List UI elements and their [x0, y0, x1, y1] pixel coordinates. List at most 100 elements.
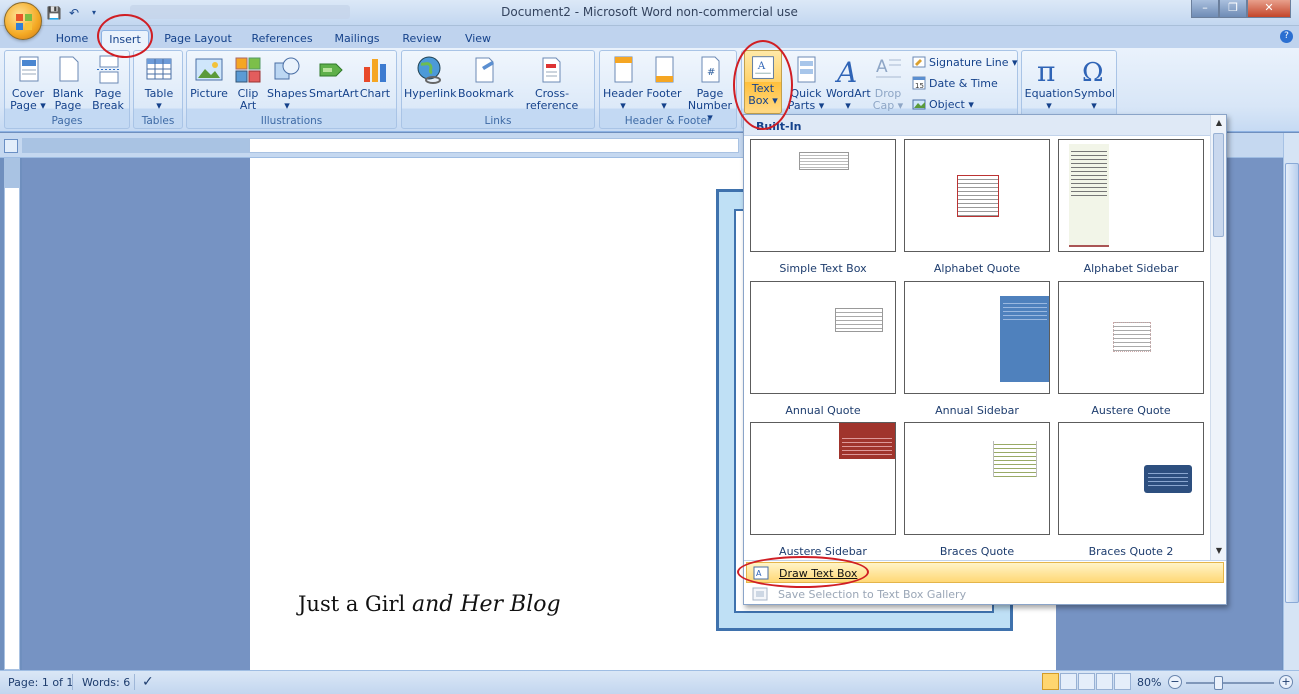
clip-art-label-2: Art: [239, 99, 257, 112]
blog-title-text[interactable]: Just a Girl and Her Blog: [298, 592, 561, 617]
picture-button[interactable]: Picture: [189, 53, 229, 100]
page-break-icon: [97, 55, 120, 84]
gallery-item-austere-sidebar[interactable]: [750, 422, 896, 535]
tab-page-layout[interactable]: Page Layout: [162, 30, 234, 48]
gallery-item-braces-quote-2[interactable]: [1058, 422, 1204, 535]
gallery-item-annual-quote[interactable]: [750, 281, 896, 394]
clip-art-button[interactable]: Clip Art: [231, 53, 265, 112]
text-box-button[interactable]: A Text Box ▾: [744, 50, 782, 114]
zoom-in-button[interactable]: +: [1279, 675, 1293, 689]
ruler-margin-left: [22, 138, 249, 153]
globe-icon: [417, 56, 441, 84]
gallery-label-alphabet-quote: Alphabet Quote: [933, 262, 1021, 275]
header-icon: [614, 56, 633, 83]
window-title: Document2 - Microsoft Word non-commercia…: [501, 5, 798, 19]
object-label: Object ▾: [929, 97, 974, 111]
drop-cap-button[interactable]: A Drop Cap ▾: [870, 53, 906, 112]
object-icon: [912, 99, 926, 110]
tab-insert[interactable]: Insert: [101, 30, 149, 48]
svg-text:Ω: Ω: [1082, 58, 1104, 85]
quick-parts-icon: [797, 56, 816, 83]
header-button[interactable]: Header ▾: [602, 53, 644, 112]
scroll-down-icon[interactable]: ▼: [1211, 546, 1227, 555]
horizontal-ruler[interactable]: [249, 138, 739, 153]
tab-mailings[interactable]: Mailings: [330, 30, 384, 48]
smartart-button[interactable]: SmartArt: [309, 53, 359, 100]
footer-button[interactable]: Footer ▾: [644, 53, 684, 112]
zoom-slider-knob[interactable]: [1214, 676, 1223, 690]
ribbon-tabs: Home Insert Page Layout References Maili…: [0, 26, 1299, 48]
drop-cap-icon: A: [876, 57, 901, 78]
restore-button[interactable]: ❐: [1219, 0, 1247, 18]
print-layout-view-button[interactable]: [1042, 673, 1059, 690]
blog-title-script: and Her Blog: [411, 592, 561, 617]
gallery-label-austere-quote: Austere Quote: [1091, 404, 1171, 417]
tab-home[interactable]: Home: [52, 30, 92, 48]
zoom-level[interactable]: 80%: [1137, 676, 1161, 689]
tab-review[interactable]: Review: [398, 30, 446, 48]
wordart-button[interactable]: A WordArt ▾: [826, 53, 871, 112]
scrollbar-thumb[interactable]: [1285, 163, 1299, 603]
outline-view-button[interactable]: [1096, 673, 1113, 690]
draw-text-box-label: Draw Text Box: [779, 567, 858, 580]
table-button[interactable]: Table ▾: [138, 53, 180, 112]
svg-text:#: #: [707, 67, 715, 78]
word-count-status[interactable]: Words: 6: [82, 676, 130, 689]
gallery-header: Built-In: [744, 115, 1210, 136]
date-time-button[interactable]: 15 Date & Time: [912, 76, 998, 90]
gallery-item-braces-quote[interactable]: [904, 422, 1050, 535]
gallery-item-simple-text-box[interactable]: [750, 139, 896, 252]
equation-button[interactable]: π Equation ▾: [1024, 53, 1074, 112]
cover-page-button[interactable]: Cover Page ▾: [9, 53, 47, 112]
signature-line-button[interactable]: Signature Line ▾: [912, 55, 1018, 69]
vertical-scrollbar[interactable]: [1283, 133, 1299, 670]
group-illustrations: Picture Clip Art Shapes ▾ SmartArt Chart…: [186, 50, 397, 129]
draw-text-box-menu-item[interactable]: A Draw Text Box: [746, 562, 1224, 583]
close-button[interactable]: ✕: [1247, 0, 1291, 18]
gallery-label-annual-quote: Annual Quote: [785, 404, 861, 417]
tab-selector-button[interactable]: [4, 139, 18, 153]
gallery-item-alphabet-sidebar[interactable]: [1058, 139, 1204, 252]
bookmark-button[interactable]: Bookmark: [458, 53, 514, 100]
chart-button[interactable]: Chart: [357, 53, 393, 100]
cross-reference-button[interactable]: Cross-reference: [512, 53, 592, 112]
blank-page-button[interactable]: Blank Page: [49, 53, 87, 112]
bookmark-label: Bookmark: [458, 87, 514, 100]
blank-page-icon: [59, 56, 79, 82]
help-icon[interactable]: ?: [1280, 30, 1293, 43]
quick-parts-button[interactable]: Quick Parts ▾: [786, 53, 826, 112]
save-selection-menu-item[interactable]: Save Selection to Text Box Gallery: [746, 584, 1224, 605]
gallery-scroll-thumb[interactable]: [1213, 133, 1224, 237]
page-count-status[interactable]: Page: 1 of 1: [8, 676, 73, 689]
quick-parts-label-2: Parts ▾: [787, 99, 825, 112]
picture-label: Picture: [190, 87, 228, 100]
gallery-item-annual-sidebar[interactable]: [904, 281, 1050, 394]
page-break-button[interactable]: Page Break: [89, 53, 127, 112]
zoom-out-button[interactable]: −: [1168, 675, 1182, 689]
web-layout-view-button[interactable]: [1078, 673, 1095, 690]
office-button[interactable]: [4, 2, 42, 40]
gallery-label-braces-quote: Braces Quote: [939, 545, 1015, 558]
shapes-button[interactable]: Shapes ▾: [267, 53, 307, 112]
zoom-slider[interactable]: [1186, 682, 1274, 684]
draft-view-button[interactable]: [1114, 673, 1131, 690]
gallery-scrollbar[interactable]: ▲ ▼: [1210, 115, 1226, 561]
gallery-separator: [744, 560, 1226, 561]
scroll-up-icon[interactable]: ▲: [1211, 118, 1227, 127]
svg-text:π: π: [1037, 55, 1055, 85]
minimize-button[interactable]: –: [1191, 0, 1219, 18]
tab-references[interactable]: References: [248, 30, 316, 48]
gallery-item-austere-quote[interactable]: [1058, 281, 1204, 394]
gallery-item-alphabet-quote[interactable]: [904, 139, 1050, 252]
symbol-button[interactable]: Ω Symbol ▾: [1074, 53, 1115, 112]
tab-view[interactable]: View: [458, 30, 498, 48]
object-button[interactable]: Object ▾: [912, 97, 974, 111]
footer-label-2: ▾: [661, 99, 667, 112]
full-screen-reading-view-button[interactable]: [1060, 673, 1077, 690]
hyperlink-button[interactable]: Hyperlink: [404, 53, 457, 100]
vertical-ruler[interactable]: [4, 158, 20, 670]
office-logo-icon: [16, 14, 32, 30]
equation-label-2: ▾: [1046, 99, 1052, 112]
group-label-illustrations: Illustrations: [260, 115, 323, 127]
proofing-icon[interactable]: ✓: [142, 674, 154, 690]
